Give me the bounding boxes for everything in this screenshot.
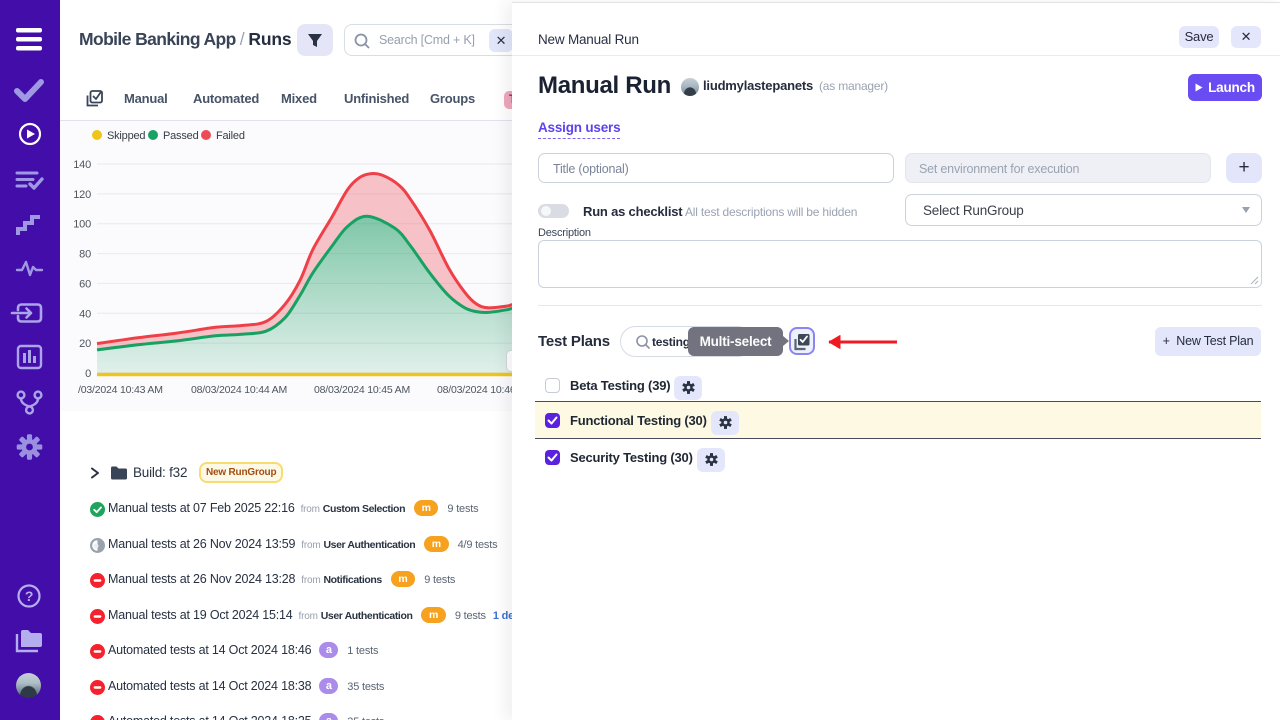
- svg-text:20: 20: [79, 338, 91, 350]
- svg-text:/03/2024 10:43 AM: /03/2024 10:43 AM: [78, 384, 163, 396]
- svg-text:08/03/2024 10:46 AM: 08/03/2024 10:46 AM: [437, 384, 512, 396]
- svg-text:?: ?: [25, 588, 33, 604]
- svg-text:08/03/2024 10:45 AM: 08/03/2024 10:45 AM: [314, 384, 410, 396]
- svg-text:40: 40: [79, 308, 91, 320]
- svg-text:80: 80: [79, 249, 91, 261]
- svg-text:60: 60: [79, 278, 91, 290]
- svg-text:120: 120: [73, 189, 91, 201]
- svg-text:0: 0: [85, 368, 91, 380]
- svg-text:08/03/2024 10:44 AM: 08/03/2024 10:44 AM: [191, 384, 287, 396]
- svg-text:140: 140: [73, 159, 91, 171]
- svg-text:100: 100: [73, 219, 91, 231]
